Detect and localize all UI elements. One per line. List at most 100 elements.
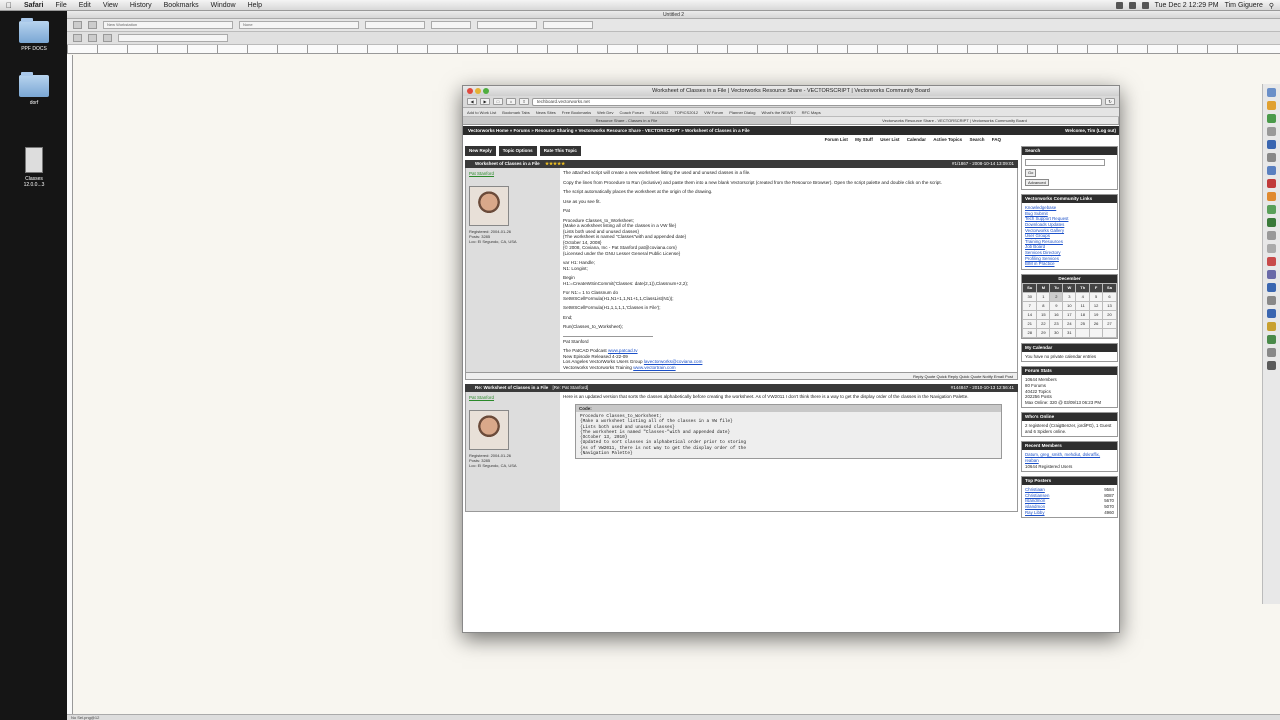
spotlight-icon[interactable]: ⚲ — [1269, 2, 1274, 10]
calendar-day[interactable]: 25 — [1075, 318, 1091, 329]
new-reply-button[interactable]: New Reply — [465, 146, 496, 156]
calendar-day[interactable]: 12 — [1089, 300, 1104, 311]
code-content[interactable]: Procedure Classes_to_Worksheet; {Make a … — [576, 412, 1001, 459]
link-active-topics[interactable]: Active Topics — [933, 137, 962, 142]
menu-help[interactable]: Help — [242, 2, 268, 9]
tool-icon[interactable] — [1267, 153, 1276, 162]
zoom-button[interactable] — [483, 88, 489, 94]
calendar-day[interactable]: 30 — [1049, 327, 1064, 338]
projection-select[interactable] — [543, 21, 593, 29]
bookmark-item[interactable]: TOPICS2012 — [674, 110, 698, 115]
tool-icon[interactable] — [1267, 205, 1276, 214]
rate-topic-button[interactable]: Rate This Topic — [539, 146, 581, 156]
render-select[interactable] — [477, 21, 537, 29]
calendar-day[interactable]: 4 — [1075, 291, 1091, 302]
calendar-day[interactable]: 28 — [1021, 327, 1038, 338]
search-input[interactable] — [1025, 159, 1106, 166]
advanced-search-button[interactable]: Advanced — [1025, 178, 1049, 187]
forward-icon[interactable]: ▶ — [480, 98, 490, 105]
signature-link[interactable]: lavectorworks@coviana.com — [644, 359, 703, 364]
calendar-day[interactable]: 11 — [1075, 300, 1091, 311]
tool-icon[interactable] — [1267, 309, 1276, 318]
calendar-day[interactable]: 27 — [1102, 318, 1117, 329]
menu-bookmarks[interactable]: Bookmarks — [158, 2, 205, 9]
mode-icon[interactable] — [73, 34, 82, 42]
calendar-day[interactable]: 7 — [1021, 300, 1038, 311]
mode-icon[interactable] — [88, 34, 97, 42]
reload-icon[interactable]: ↻ — [1105, 98, 1115, 105]
post-username[interactable]: Pat Stanford — [469, 171, 557, 176]
share-icon[interactable]: ⇧ — [519, 98, 529, 105]
calendar-day[interactable]: 16 — [1049, 309, 1064, 320]
desktop-folder-ppf-docs[interactable]: PPF DOCS — [14, 18, 54, 52]
mode-icon[interactable] — [103, 34, 112, 42]
calendar-day[interactable] — [1089, 327, 1104, 338]
tool-icon[interactable] — [1267, 127, 1276, 136]
bookmark-item[interactable]: Add to Work List — [467, 110, 496, 115]
calendar-day[interactable]: 20 — [1102, 309, 1117, 320]
tool-icon[interactable] — [1267, 348, 1276, 357]
address-bar[interactable]: techboard.vectorworks.net — [532, 97, 1102, 106]
bookmark-item[interactable]: News Sites — [536, 110, 556, 115]
tool-icon[interactable] — [1267, 140, 1276, 149]
calendar-day[interactable]: 26 — [1089, 318, 1104, 329]
menu-file[interactable]: File — [49, 2, 72, 9]
calendar-day[interactable]: 1 — [1036, 291, 1051, 302]
battery-icon[interactable] — [1141, 2, 1149, 9]
menu-window[interactable]: Window — [205, 2, 242, 9]
calendar-day[interactable]: 19 — [1089, 309, 1104, 320]
tool-icon[interactable] — [1267, 192, 1276, 201]
calendar-day[interactable]: 3 — [1062, 291, 1077, 302]
tool-icon[interactable] — [1267, 283, 1276, 292]
menu-view[interactable]: View — [97, 2, 124, 9]
link-faq[interactable]: FAQ — [992, 137, 1001, 142]
link-search[interactable]: Search — [969, 137, 984, 142]
welcome-text[interactable]: Welcome, Tim (Log out) — [1065, 126, 1116, 135]
volume-icon[interactable] — [1128, 2, 1136, 9]
tool-icon[interactable] — [1267, 244, 1276, 253]
breadcrumb-text[interactable]: Vectorworks Home » Forums » Resource Sha… — [468, 128, 750, 133]
tool-icon[interactable] — [1267, 322, 1276, 331]
post-date[interactable]: #144847 - 2010-10-13 12:56:41 — [951, 384, 1014, 392]
redo-icon[interactable] — [88, 21, 97, 29]
close-button[interactable] — [467, 88, 473, 94]
calendar-day[interactable]: 31 — [1062, 327, 1077, 338]
tool-icon[interactable] — [1267, 257, 1276, 266]
bookmark-item[interactable]: Web Dev — [597, 110, 613, 115]
community-link[interactable]: BIM in Practice — [1025, 261, 1114, 267]
wifi-icon[interactable] — [1115, 2, 1123, 9]
menubar-user[interactable]: Tim Giguere — [1225, 2, 1263, 9]
calendar-day[interactable]: 10 — [1062, 300, 1077, 311]
calendar-day[interactable]: 2 — [1049, 291, 1064, 302]
topic-options-button[interactable]: Topic Options — [498, 146, 537, 156]
menu-safari[interactable]: Safari — [18, 2, 49, 9]
online-text[interactable]: 2 registered (CraigBenzer, jordiPG), 1 G… — [1022, 421, 1117, 437]
bookmark-item[interactable]: TALK2012 — [650, 110, 669, 115]
bookmark-item[interactable]: Coach Forum — [620, 110, 644, 115]
menu-history[interactable]: History — [124, 2, 158, 9]
undo-icon[interactable] — [73, 21, 82, 29]
class-select[interactable]: None — [239, 21, 359, 29]
calendar-day[interactable]: 14 — [1021, 309, 1038, 320]
link-forum-list[interactable]: Forum List — [825, 137, 848, 142]
tool-icon[interactable] — [1267, 361, 1276, 370]
bookmark-item[interactable]: What's the NEWS? — [761, 110, 795, 115]
calendar-day[interactable] — [1102, 327, 1117, 338]
post-actions[interactable]: Reply Quote Quick Reply Quick Quote Noti… — [465, 373, 1018, 380]
post-date[interactable]: #1/1867 - 2008-10-14 13:09:01 — [952, 160, 1014, 168]
calendar-day[interactable]: 13 — [1102, 300, 1117, 311]
calendar-day[interactable]: 18 — [1075, 309, 1091, 320]
tab-resource-share[interactable]: Vectorworks Resource Share - VECTORSCRIP… — [791, 117, 1119, 124]
tool-icon[interactable] — [1267, 270, 1276, 279]
calendar-day[interactable]: 30 — [1021, 291, 1038, 302]
desktop-folder-dorf[interactable]: dorf — [14, 72, 54, 106]
tool-icon[interactable] — [1267, 231, 1276, 240]
tool-icon[interactable] — [1267, 335, 1276, 344]
calendar-day[interactable]: 8 — [1036, 300, 1051, 311]
link-user-list[interactable]: User List — [880, 137, 899, 142]
tool-icon[interactable] — [1267, 296, 1276, 305]
tool-icon[interactable] — [1267, 179, 1276, 188]
calendar-day[interactable]: 17 — [1062, 309, 1077, 320]
poster-name[interactable]: Ray Libby — [1025, 510, 1045, 516]
sidebar-icon[interactable]: □ — [493, 98, 503, 105]
